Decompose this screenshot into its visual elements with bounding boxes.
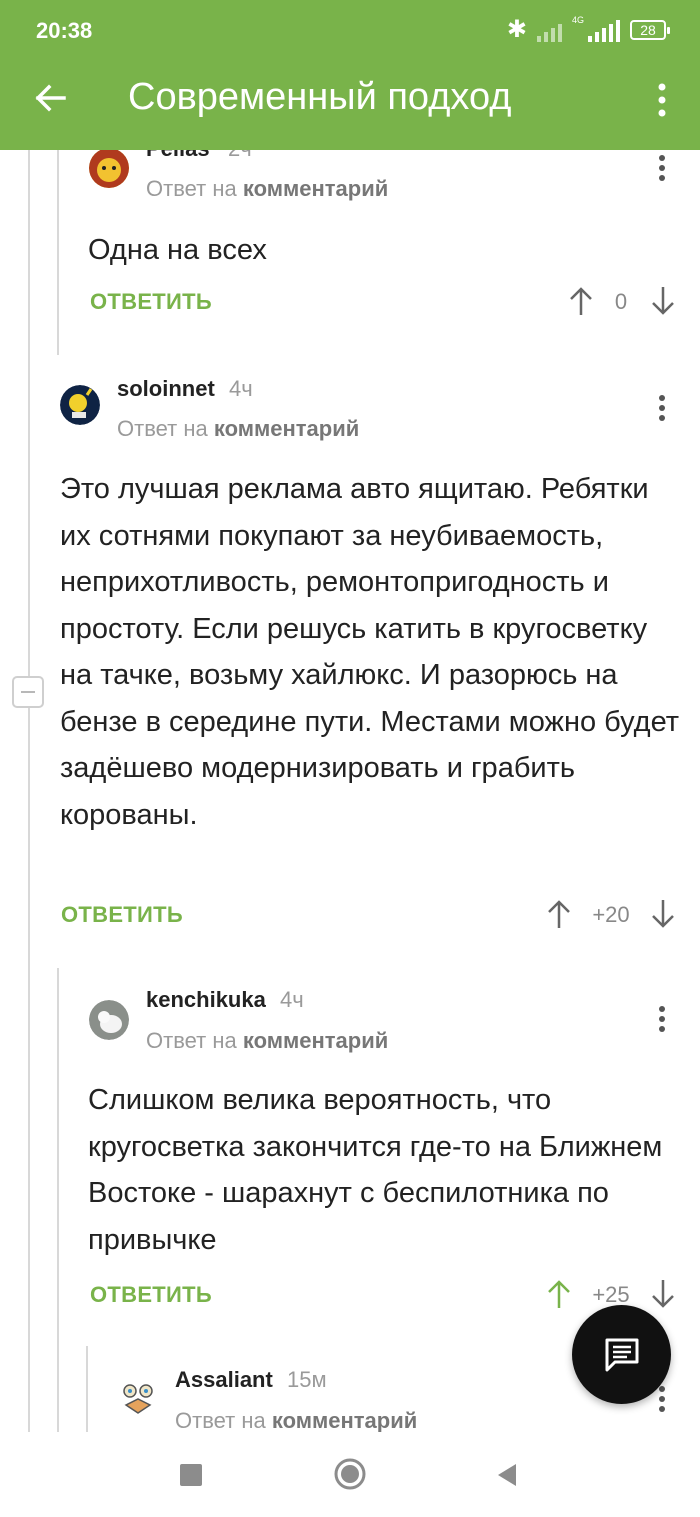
reply-to-link[interactable]: комментарий — [243, 1028, 388, 1053]
comment-body: Одна на всех — [88, 234, 267, 266]
downvote-icon[interactable] — [650, 1278, 676, 1310]
app-header: 20:38 ✱ 4G 28 Современный подход — [0, 0, 700, 150]
upvote-icon[interactable] — [546, 1278, 572, 1310]
comment: soloinnet 4ч Ответ на комментарий Это лу… — [0, 370, 700, 950]
comment-menu-icon[interactable] — [657, 1006, 667, 1036]
reply-to-info: Ответ на комментарий — [117, 416, 359, 442]
comment-menu-icon[interactable] — [657, 155, 667, 185]
recent-apps-icon[interactable] — [180, 1464, 202, 1486]
comment-username[interactable]: soloinnet — [117, 376, 215, 402]
signal-icon — [588, 18, 620, 42]
comment-score: +20 — [592, 902, 630, 927]
comment-username[interactable]: Pellas — [146, 150, 210, 162]
upvote-icon[interactable] — [546, 898, 572, 930]
comment: Pellas 2ч Ответ на комментарий Одна на в… — [0, 150, 700, 350]
comment-time: 2ч — [228, 150, 252, 162]
reply-to-info: Ответ на комментарий — [175, 1408, 417, 1432]
reply-to-link[interactable]: комментарий — [214, 416, 359, 441]
comment-score: +25 — [592, 1282, 630, 1307]
comment-username[interactable]: Assaliant — [175, 1367, 273, 1393]
downvote-icon[interactable] — [650, 285, 676, 317]
page-title: Современный подход — [128, 76, 512, 118]
comment-score: 0 — [614, 289, 628, 314]
home-icon[interactable] — [334, 1458, 366, 1490]
reply-to-prefix: Ответ на — [117, 416, 208, 441]
comment-time: 15м — [287, 1367, 327, 1392]
reply-button[interactable]: ОТВЕТИТЬ — [61, 902, 183, 928]
comment-menu-icon[interactable] — [657, 395, 667, 425]
back-triangle-icon[interactable] — [494, 1462, 518, 1488]
status-time: 20:38 — [36, 18, 93, 43]
reply-to-prefix: Ответ на — [146, 1028, 237, 1053]
network-type: 4G — [571, 15, 584, 25]
downvote-icon[interactable] — [650, 898, 676, 930]
add-comment-button[interactable] — [572, 1305, 671, 1404]
signal-icon — [536, 18, 562, 42]
reply-to-prefix: Ответ на — [146, 176, 237, 201]
comments-list: Pellas 2ч Ответ на комментарий Одна на в… — [0, 150, 700, 1432]
comment-username[interactable]: kenchikuka — [146, 987, 266, 1013]
reply-to-info: Ответ на комментарий — [146, 176, 388, 202]
reply-to-link[interactable]: комментарий — [272, 1408, 417, 1432]
comment-time: 4ч — [229, 376, 253, 401]
reply-button[interactable]: ОТВЕТИТЬ — [90, 1282, 212, 1308]
bluetooth-icon: ✱ — [506, 16, 527, 43]
comment: kenchikuka 4ч Ответ на комментарий Слишк… — [0, 980, 700, 1340]
avatar[interactable] — [89, 1000, 129, 1040]
comment-menu-icon[interactable] — [657, 1386, 667, 1416]
comment-body: Слишком велика вероятность, что кругосве… — [88, 1084, 663, 1256]
status-icons: ✱ 4G 28 — [506, 15, 670, 44]
comment-time: 4ч — [280, 987, 304, 1012]
avatar[interactable] — [60, 385, 100, 425]
system-nav-bar — [0, 1432, 700, 1517]
avatar[interactable] — [89, 150, 129, 188]
reply-button[interactable]: ОТВЕТИТЬ — [90, 289, 212, 315]
comment-body: Это лучшая реклама авто ящитаю. Ребятки … — [60, 473, 680, 831]
reply-to-info: Ответ на комментарий — [146, 1028, 388, 1054]
reply-to-prefix: Ответ на — [175, 1408, 266, 1432]
avatar[interactable] — [118, 1377, 158, 1417]
more-vertical-icon[interactable] — [652, 82, 672, 118]
comment-icon — [605, 1338, 639, 1372]
arrow-left-icon[interactable] — [30, 78, 70, 118]
battery-icon: 28 — [630, 20, 670, 40]
reply-to-link[interactable]: комментарий — [243, 176, 388, 201]
